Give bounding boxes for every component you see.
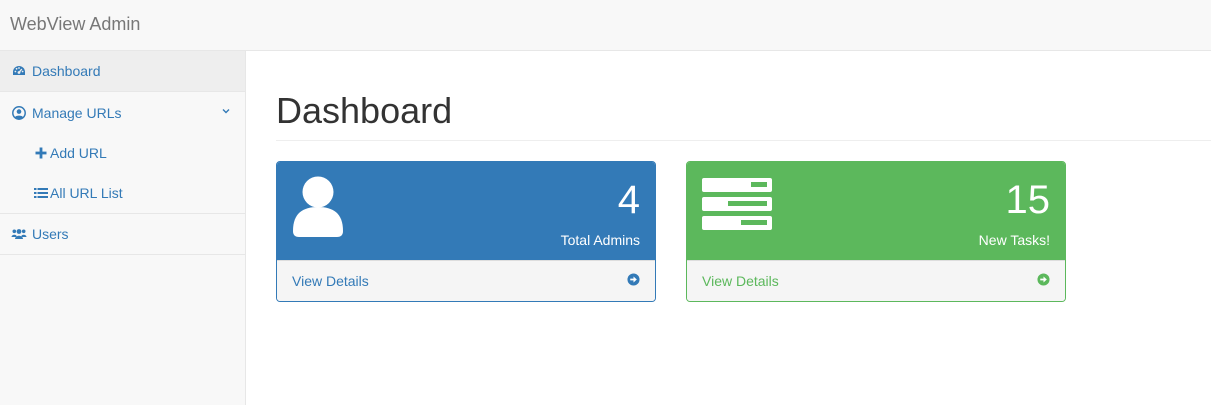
admins-count: 4 xyxy=(617,178,640,222)
sidebar-item-label: Dashboard xyxy=(32,63,101,79)
sidebar-item-users[interactable]: Users xyxy=(0,214,245,255)
admins-panel: 4 Total Admins View Details xyxy=(276,161,656,302)
sidebar-item-label: All URL List xyxy=(50,185,123,201)
brand-link[interactable]: WebView Admin xyxy=(10,14,140,35)
list-icon xyxy=(34,186,48,200)
panel-heading: 15 New Tasks! xyxy=(687,162,1065,260)
sidebar-item-dashboard[interactable]: Dashboard xyxy=(0,51,245,92)
users-icon xyxy=(11,226,27,242)
user-circle-icon xyxy=(11,105,27,121)
tasks-count: 15 xyxy=(1005,178,1051,222)
tasks-icon xyxy=(701,176,773,237)
panel-heading: 4 Total Admins xyxy=(277,162,655,260)
sidebar-item-add-url[interactable]: Add URL xyxy=(34,133,245,173)
tasks-label: New Tasks! xyxy=(978,232,1050,248)
chevron-down-icon[interactable] xyxy=(221,103,231,114)
view-details-link[interactable]: View Details xyxy=(687,260,1065,301)
arrow-circle-right-icon xyxy=(627,273,640,289)
sidebar-item-label: Manage URLs xyxy=(32,104,122,121)
dashboard-icon xyxy=(11,63,27,79)
view-details-label: View Details xyxy=(702,273,779,289)
sidebar-item-label: Users xyxy=(32,226,69,242)
plus-icon xyxy=(34,146,48,160)
view-details-link[interactable]: View Details xyxy=(277,260,655,301)
tasks-panel: 15 New Tasks! View Details xyxy=(686,161,1066,302)
user-icon xyxy=(291,176,345,243)
admins-label: Total Admins xyxy=(560,232,640,248)
title-divider xyxy=(276,140,1211,141)
sidebar: Dashboard Manage URLs Add URL All URL Li… xyxy=(0,51,246,405)
top-navbar: WebView Admin xyxy=(0,0,1211,51)
arrow-circle-right-icon xyxy=(1037,273,1050,289)
sidebar-item-manage-urls[interactable]: Manage URLs xyxy=(0,92,245,133)
sidebar-item-label: Add URL xyxy=(50,145,107,161)
view-details-label: View Details xyxy=(292,273,369,289)
sidebar-item-all-url-list[interactable]: All URL List xyxy=(34,173,245,213)
manage-urls-submenu: Add URL All URL List xyxy=(0,133,245,214)
page-title: Dashboard xyxy=(276,90,453,131)
